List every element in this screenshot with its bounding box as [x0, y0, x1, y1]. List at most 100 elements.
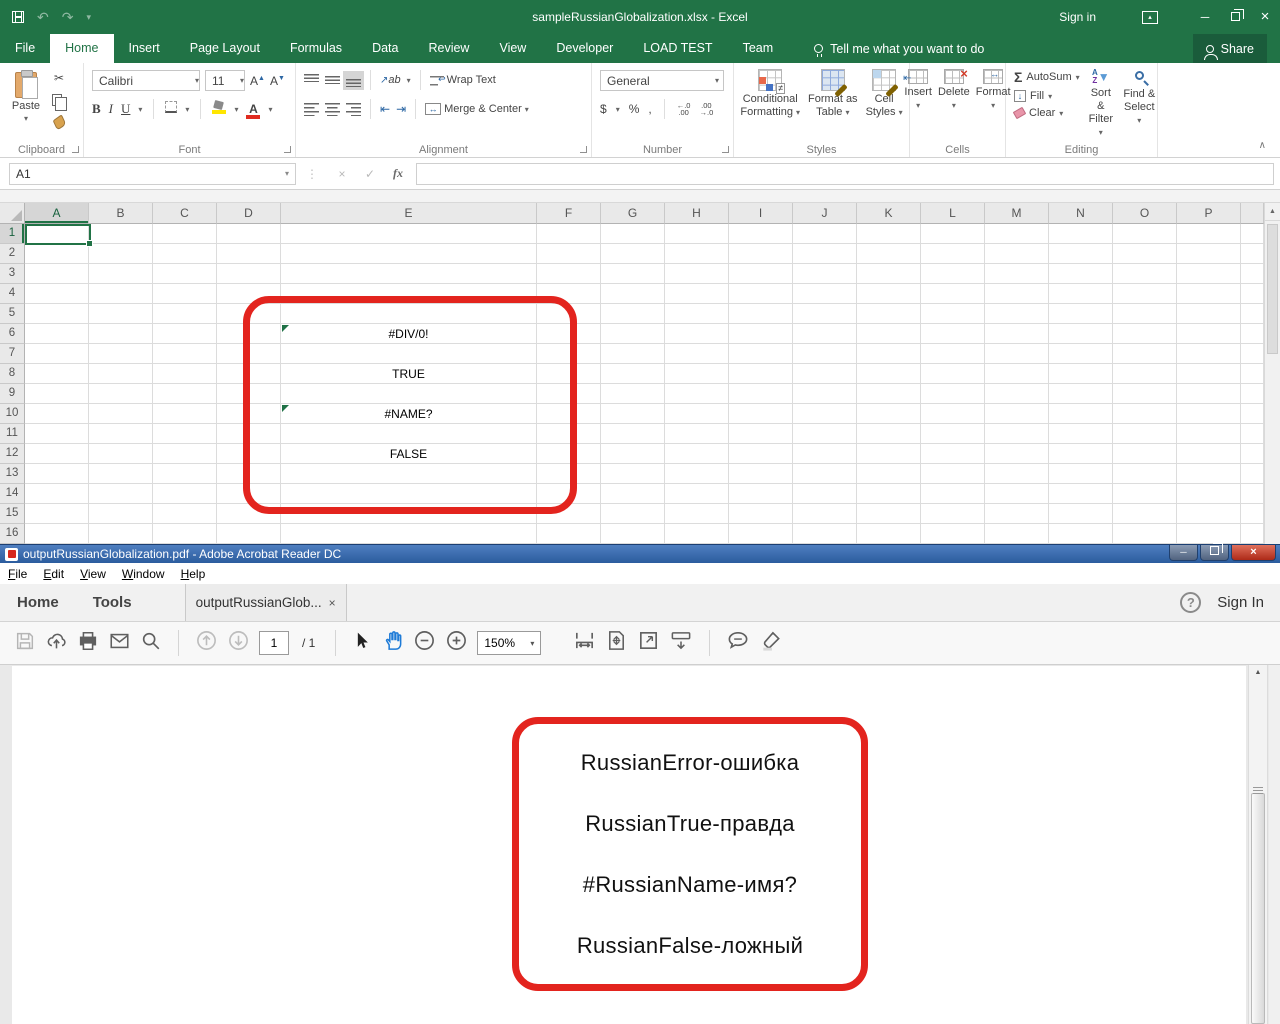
- grid-cell[interactable]: [1049, 424, 1113, 444]
- grid-cell[interactable]: [1049, 404, 1113, 424]
- grid-cell[interactable]: [665, 304, 729, 324]
- grid-cell[interactable]: [857, 304, 921, 324]
- grid-cell[interactable]: [1177, 224, 1241, 244]
- accounting-dropdown-icon[interactable]: ▾: [616, 105, 620, 114]
- acrobat-minimize-button[interactable]: ─: [1169, 545, 1198, 561]
- actual-size-button[interactable]: [637, 629, 660, 657]
- grid-cell[interactable]: [1113, 284, 1177, 304]
- grow-font-button[interactable]: A▲: [250, 74, 265, 88]
- row-header-8[interactable]: 8: [0, 364, 25, 384]
- grid-cell[interactable]: [1241, 244, 1264, 264]
- grid-cell[interactable]: [89, 384, 153, 404]
- grid-cell[interactable]: [217, 224, 281, 244]
- copy-button[interactable]: ▾: [50, 91, 68, 109]
- grid-cell[interactable]: [217, 524, 281, 544]
- undo-icon[interactable]: ↶: [37, 9, 49, 26]
- column-header-p[interactable]: P: [1177, 203, 1241, 224]
- grid-cell[interactable]: [89, 424, 153, 444]
- row-header-5[interactable]: 5: [0, 304, 25, 324]
- grid-cell[interactable]: [25, 484, 89, 504]
- grid-cell[interactable]: [1113, 464, 1177, 484]
- scroll-up-icon[interactable]: ▲: [1265, 203, 1280, 221]
- row-header-9[interactable]: 9: [0, 384, 25, 404]
- grid-cell[interactable]: [601, 424, 665, 444]
- comma-style-button[interactable]: ,: [648, 102, 651, 116]
- grid-cell[interactable]: [665, 384, 729, 404]
- grid-cell[interactable]: [281, 244, 537, 264]
- insert-cells-button[interactable]: ⇤ Insert ▾: [904, 63, 932, 143]
- grid-cell[interactable]: [1241, 524, 1264, 544]
- grid-cell[interactable]: [153, 464, 217, 484]
- excel-sign-in[interactable]: Sign in: [1059, 10, 1096, 24]
- grid-cell[interactable]: [729, 284, 793, 304]
- grid-cell[interactable]: [1113, 384, 1177, 404]
- grid-cell[interactable]: [857, 284, 921, 304]
- row-header-6[interactable]: 6: [0, 324, 25, 344]
- grid-cell[interactable]: [921, 424, 985, 444]
- column-header-h[interactable]: H: [665, 203, 729, 224]
- grid-cell[interactable]: [793, 264, 857, 284]
- grid-cell[interactable]: [153, 524, 217, 544]
- ribbon-tab-team[interactable]: Team: [728, 34, 789, 63]
- tab-tools[interactable]: Tools: [76, 584, 149, 621]
- select-all-corner[interactable]: [0, 203, 25, 224]
- autosum-button[interactable]: ΣAutoSum▾: [1014, 69, 1080, 85]
- grid-cell[interactable]: [921, 384, 985, 404]
- grid-cell[interactable]: [729, 264, 793, 284]
- excel-scrollbar-thumb[interactable]: [1267, 224, 1278, 354]
- grid-cell[interactable]: [89, 484, 153, 504]
- confirm-entry-button[interactable]: ✓: [356, 167, 384, 181]
- active-cell-selection[interactable]: [25, 224, 91, 245]
- grid-cell[interactable]: [153, 444, 217, 464]
- zoom-in-button[interactable]: [445, 629, 468, 657]
- grid-cell[interactable]: [25, 244, 89, 264]
- formula-bar-splitter[interactable]: ⋮: [306, 167, 318, 181]
- ribbon-tab-home[interactable]: Home: [50, 34, 113, 63]
- share-file-button[interactable]: [45, 630, 68, 657]
- grid-cell[interactable]: [921, 284, 985, 304]
- pdf-scroll-up-icon[interactable]: ▲: [1249, 665, 1267, 681]
- borders-dropdown-icon[interactable]: ▾: [185, 105, 189, 114]
- column-header-e[interactable]: E: [281, 203, 537, 224]
- ribbon-tab-file[interactable]: File: [0, 34, 50, 63]
- fit-width-button[interactable]: [573, 629, 596, 657]
- column-header-m[interactable]: M: [985, 203, 1049, 224]
- reading-mode-button[interactable]: [669, 629, 693, 657]
- grid-cell[interactable]: [601, 384, 665, 404]
- grid-cell[interactable]: [985, 284, 1049, 304]
- column-header-l[interactable]: L: [921, 203, 985, 224]
- grid-cell[interactable]: [921, 244, 985, 264]
- font-dialog-launcher-icon[interactable]: [284, 146, 291, 153]
- ribbon-tab-review[interactable]: Review: [413, 34, 484, 63]
- grid-cell[interactable]: [1049, 364, 1113, 384]
- grid-cell[interactable]: [1177, 384, 1241, 404]
- acrobat-restore-button[interactable]: [1200, 545, 1229, 561]
- acrobat-close-button[interactable]: ×: [1231, 545, 1276, 561]
- insert-function-button[interactable]: fx: [384, 166, 412, 181]
- grid-cell[interactable]: [1177, 284, 1241, 304]
- grid-cell[interactable]: [153, 224, 217, 244]
- row-header-1[interactable]: 1: [0, 224, 25, 244]
- grid-cell[interactable]: [729, 364, 793, 384]
- grid-cell[interactable]: [1177, 244, 1241, 264]
- zoom-level-select[interactable]: 150%▾: [477, 631, 541, 655]
- customize-qat-icon[interactable]: ▾: [86, 12, 91, 23]
- grid-cell[interactable]: [537, 264, 601, 284]
- grid-cell[interactable]: [665, 444, 729, 464]
- grid-cell[interactable]: [89, 264, 153, 284]
- grid-cell[interactable]: [1241, 504, 1264, 524]
- row-header-13[interactable]: 13: [0, 464, 25, 484]
- grid-cell[interactable]: [793, 404, 857, 424]
- grid-cell[interactable]: [217, 264, 281, 284]
- column-header-o[interactable]: O: [1113, 203, 1177, 224]
- grid-cell[interactable]: [1049, 504, 1113, 524]
- font-color-button[interactable]: A: [246, 100, 260, 119]
- fill-button[interactable]: ↓Fill▾: [1014, 90, 1080, 102]
- grid-cell[interactable]: [601, 244, 665, 264]
- menu-window[interactable]: Window: [114, 567, 173, 581]
- grid-cell[interactable]: [1049, 384, 1113, 404]
- find-select-button[interactable]: Find & Select ▾: [1122, 67, 1157, 147]
- grid-cell[interactable]: [729, 444, 793, 464]
- grid-cell[interactable]: [89, 304, 153, 324]
- grid-cell[interactable]: [1241, 404, 1264, 424]
